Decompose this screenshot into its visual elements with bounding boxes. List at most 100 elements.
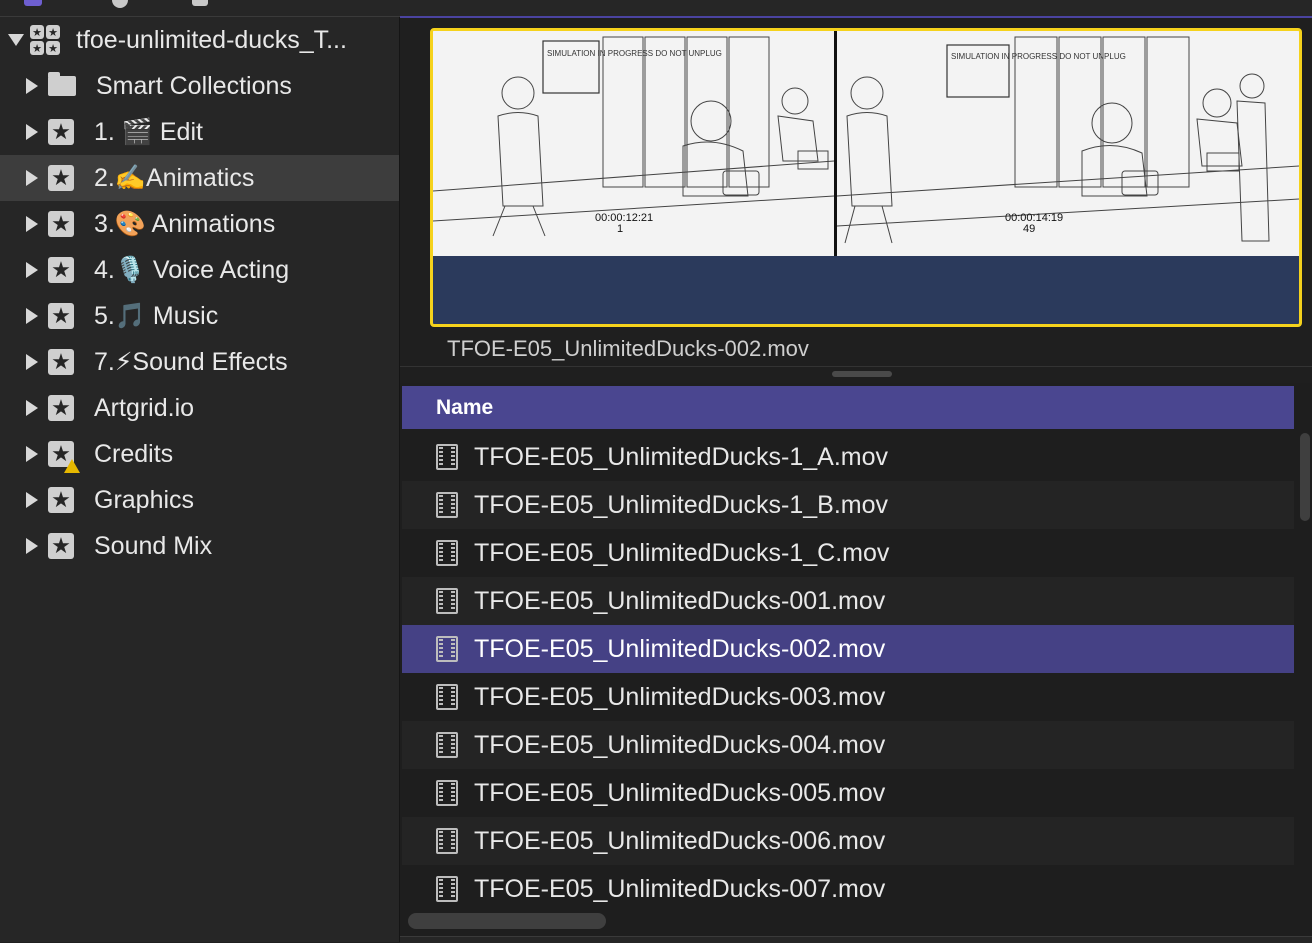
clip-row-name: TFOE-E05_UnlimitedDucks-004.mov: [474, 730, 886, 759]
pane-splitter[interactable]: [400, 366, 1312, 384]
clip-row-name: TFOE-E05_UnlimitedDucks-007.mov: [474, 874, 886, 903]
thumb-timecode: 00:00:12:21: [595, 212, 654, 224]
library-name: tfoe-unlimited-ducks_T...: [76, 25, 347, 54]
clip-row[interactable]: TFOE-E05_UnlimitedDucks-006.mov: [402, 817, 1294, 865]
film-clip-icon: [436, 684, 458, 710]
sidebar-item-label: 4.🎙️ Voice Acting: [94, 255, 290, 284]
clip-row[interactable]: TFOE-E05_UnlimitedDucks-003.mov: [402, 673, 1294, 721]
sidebar-item-label: 7.⚡Sound Effects: [94, 348, 288, 376]
disclosure-icon[interactable]: [26, 170, 38, 186]
star-icon: ★: [48, 119, 74, 145]
disclosure-open-icon[interactable]: [8, 34, 24, 46]
folder-icon: [48, 72, 76, 96]
splitter-grip-handle[interactable]: [832, 371, 892, 377]
clip-name-label: TFOE-E05_UnlimitedDucks-002.mov: [447, 336, 809, 361]
star-icon: ★: [48, 349, 74, 375]
clip-row[interactable]: TFOE-E05_UnlimitedDucks-005.mov: [402, 769, 1294, 817]
clip-row[interactable]: TFOE-E05_UnlimitedDucks-1_A.mov: [402, 433, 1294, 481]
selected-clip-filmstrip[interactable]: SIMULATION IN PROGRESS DO NOT UNPLUG 00:…: [430, 28, 1302, 327]
disclosure-icon[interactable]: [26, 308, 38, 324]
horizontal-scrollbar[interactable]: [408, 913, 606, 929]
sidebar-item-label: Artgrid.io: [94, 393, 195, 422]
clip-row-name: TFOE-E05_UnlimitedDucks-001.mov: [474, 586, 886, 615]
clip-row-name: TFOE-E05_UnlimitedDucks-003.mov: [474, 682, 886, 711]
sidebar-item-edit[interactable]: ★ 1. 🎬 Edit: [0, 109, 399, 155]
clip-row[interactable]: TFOE-E05_UnlimitedDucks-004.mov: [402, 721, 1294, 769]
warning-icon: [64, 459, 80, 473]
library-row[interactable]: ★ ★ ★ ★ tfoe-unlimited-ducks_T...: [0, 17, 399, 63]
sidebar-item-animatics[interactable]: ★ 2.✍️Animatics: [0, 155, 399, 201]
column-header-label: Name: [436, 395, 494, 419]
disclosure-icon[interactable]: [26, 354, 38, 370]
clip-row-name: TFOE-E05_UnlimitedDucks-1_A.mov: [474, 442, 889, 471]
filmstrip-thumbnails: SIMULATION IN PROGRESS DO NOT UNPLUG 00:…: [433, 31, 1299, 256]
thumbnail-frame[interactable]: SIMULATION IN PROGRESS DO NOT UNPLUG 00:…: [837, 31, 1299, 256]
star-icon: ★: [48, 211, 74, 237]
film-clip-icon: [436, 588, 458, 614]
star-icon: ★: [48, 487, 74, 513]
sidebar-item-label: 2.✍️Animatics: [94, 163, 255, 192]
storyboard-sketch: SIMULATION IN PROGRESS DO NOT UNPLUG: [837, 31, 1299, 256]
sidebar-item-credits[interactable]: ★ Credits: [0, 431, 399, 477]
film-clip-icon: [436, 444, 458, 470]
disclosure-icon[interactable]: [26, 538, 38, 554]
sidebar-item-smart-collections[interactable]: Smart Collections: [0, 63, 399, 109]
sidebar-item-artgrid[interactable]: ★ Artgrid.io: [0, 385, 399, 431]
disclosure-icon[interactable]: [26, 492, 38, 508]
sidebar-item-voice-acting[interactable]: ★ 4.🎙️ Voice Acting: [0, 247, 399, 293]
photos-audio-icon[interactable]: [112, 0, 128, 8]
film-clip-icon: [436, 732, 458, 758]
thumb-frame-number: 1: [617, 223, 624, 235]
sidebar-item-sound-mix[interactable]: ★ Sound Mix: [0, 523, 399, 569]
film-clip-icon: [436, 540, 458, 566]
libraries-icon[interactable]: [24, 0, 42, 6]
clip-row[interactable]: TFOE-E05_UnlimitedDucks-1_C.mov: [402, 529, 1294, 577]
clip-row-name: TFOE-E05_UnlimitedDucks-006.mov: [474, 826, 886, 855]
thumbnail-frame[interactable]: SIMULATION IN PROGRESS DO NOT UNPLUG 00:…: [433, 31, 834, 256]
sidebar-item-label: 5.🎵 Music: [94, 301, 219, 330]
sidebar-item-label: Smart Collections: [96, 71, 292, 100]
star-icon: ★: [48, 303, 74, 329]
film-clip-icon: [436, 828, 458, 854]
disclosure-icon[interactable]: [26, 400, 38, 416]
clip-row[interactable]: TFOE-E05_UnlimitedDucks-007.mov: [402, 865, 1294, 913]
star-icon: ★: [48, 533, 74, 559]
sidebar-item-graphics[interactable]: ★ Graphics: [0, 477, 399, 523]
sidebar-item-animations[interactable]: ★ 3.🎨 Animations: [0, 201, 399, 247]
sidebar-item-label: Graphics: [94, 485, 195, 514]
disclosure-icon[interactable]: [26, 124, 38, 140]
titles-icon[interactable]: [192, 0, 208, 6]
sidebar-item-label: 3.🎨 Animations: [94, 209, 276, 238]
film-clip-icon: [436, 876, 458, 902]
clip-row-selected[interactable]: TFOE-E05_UnlimitedDucks-002.mov: [402, 625, 1294, 673]
svg-text:SIMULATION IN PROGRESS DO NOT: SIMULATION IN PROGRESS DO NOT UNPLUG: [951, 52, 1126, 61]
clip-row[interactable]: TFOE-E05_UnlimitedDucks-1_B.mov: [402, 481, 1294, 529]
clip-row-name: TFOE-E05_UnlimitedDucks-1_B.mov: [474, 490, 889, 519]
clip-row-name: TFOE-E05_UnlimitedDucks-1_C.mov: [474, 538, 890, 567]
disclosure-icon[interactable]: [26, 216, 38, 232]
svg-text:SIMULATION IN PROGRESS DO NOT: SIMULATION IN PROGRESS DO NOT UNPLUG: [547, 49, 722, 58]
star-warning-icon: ★: [48, 441, 80, 473]
film-clip-icon: [436, 780, 458, 806]
library-icon: ★ ★ ★ ★: [30, 25, 60, 55]
disclosure-icon[interactable]: [26, 262, 38, 278]
star-icon: ★: [48, 165, 74, 191]
film-clip-icon: [436, 636, 458, 662]
sidebar-item-label: Sound Mix: [94, 531, 213, 560]
sidebar-item-sound-effects[interactable]: ★ 7.⚡Sound Effects: [0, 339, 399, 385]
sidebar-item-music[interactable]: ★ 5.🎵 Music: [0, 293, 399, 339]
disclosure-icon[interactable]: [26, 446, 38, 462]
clip-row-name: TFOE-E05_UnlimitedDucks-005.mov: [474, 778, 886, 807]
sidebar-item-label: 1. 🎬 Edit: [94, 117, 203, 146]
toolbar: [0, 0, 1312, 17]
column-header-name[interactable]: Name: [402, 386, 1294, 429]
clip-row[interactable]: TFOE-E05_UnlimitedDucks-001.mov: [402, 577, 1294, 625]
sidebar-item-label: Credits: [94, 439, 174, 468]
disclosure-icon[interactable]: [26, 78, 38, 94]
thumb-frame-number: 49: [1023, 223, 1036, 235]
clip-row-name: TFOE-E05_UnlimitedDucks-002.mov: [474, 634, 886, 663]
film-clip-icon: [436, 492, 458, 518]
vertical-scrollbar[interactable]: [1300, 433, 1310, 521]
star-icon: ★: [48, 395, 74, 421]
star-icon: ★: [48, 257, 74, 283]
